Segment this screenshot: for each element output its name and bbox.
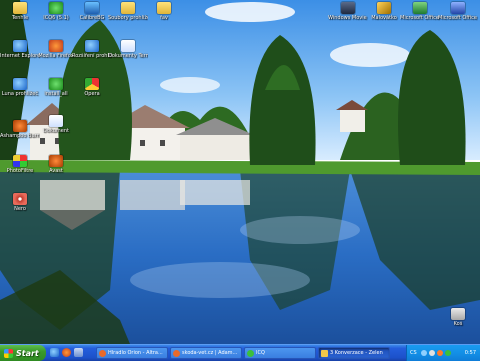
desktop-icon-label: Malovátko [371, 15, 397, 21]
desktop-icon-icq[interactable]: ICQ6 (5.1) [36, 2, 76, 21]
desktop-icon-label: Dokumenty Termín [108, 53, 148, 59]
desktop-icon-fav[interactable]: fav [144, 2, 184, 21]
folder-icon [121, 2, 135, 14]
desktop-icon-label: Koš [453, 321, 463, 327]
desktop-icon-movie-maker[interactable]: Windows Movie Maker [328, 2, 368, 21]
clock[interactable]: 0:57 [465, 350, 480, 356]
movie-maker-icon [341, 2, 355, 14]
recycle-bin-icon [451, 308, 465, 320]
ie-icon [85, 40, 99, 52]
desktop-icon-soubory[interactable]: Soubory prohlížeč [108, 2, 148, 21]
paint-icon [377, 2, 391, 14]
chrome-icon [85, 78, 99, 90]
burn-icon [13, 120, 27, 132]
desktop-icon-label: Microsoft Office Word [438, 15, 478, 21]
task-label: skoda-vet.cz | Adam... [182, 350, 238, 356]
icq-flower-icon [49, 78, 63, 90]
desktop-icon-firefox[interactable]: Mozilla Firefox [36, 40, 76, 59]
desktop-icon-label: Rozšíření prohlížeč [72, 53, 112, 59]
desktop-icon-label: Soubory prohlížeč [108, 15, 148, 21]
desktop-icon-opera[interactable]: Opera [72, 78, 112, 97]
icq-flower-icon [247, 349, 254, 357]
desktop-icon-label: Microsoft Office Excel [400, 15, 440, 21]
task-button-konverzace[interactable]: 3 Konverzace - Zelen [318, 347, 390, 359]
desktop-icon-word[interactable]: Microsoft Office Word [438, 2, 478, 21]
globe-icon [13, 78, 27, 90]
desktop-icon-label: install_all [44, 91, 68, 97]
task-button-skoda-vet[interactable]: skoda-vet.cz | Adam... [170, 347, 242, 359]
document-icon [121, 40, 135, 52]
ie-icon[interactable] [50, 348, 59, 357]
icq-flower-icon [49, 2, 63, 14]
windows-flag-icon [4, 348, 13, 358]
desktop-icon-label: Luna prohlížeč [1, 91, 39, 97]
system-tray: CS 0:57 [406, 345, 480, 361]
desktop-icon-nero[interactable]: Nero [0, 193, 40, 212]
desktop-icon-recycle-bin[interactable]: Koš [438, 308, 478, 327]
desktop-icon-tenhle[interactable]: Tenhle [0, 2, 40, 21]
volume-icon[interactable] [428, 350, 435, 356]
folder-icon [157, 2, 171, 14]
desktop-icon-calibrebg[interactable]: CalibreBG [72, 2, 112, 21]
excel-icon [413, 2, 427, 14]
taskbar-buttons: Hlradlo Orion - Altra... skoda-vet.cz | … [96, 347, 390, 359]
firefox-icon [173, 349, 180, 357]
desktop-icon-avast[interactable]: Avast [36, 155, 76, 174]
desktop-icon-label: fav [160, 15, 168, 21]
firefox-icon [99, 349, 106, 357]
task-label: ICQ [256, 350, 265, 356]
desktop-icon-label: Tenhle [11, 15, 29, 21]
desktop-icon-label: Internet Explorer [0, 53, 40, 59]
desktop-icon-install-all[interactable]: install_all [36, 78, 76, 97]
desktop-icon-internet-explorer[interactable]: Internet Explorer [0, 40, 40, 59]
media-icon [85, 2, 99, 14]
desktop-icon-label: Dokument [43, 128, 69, 134]
desktop-icon-label: ICQ6 (5.1) [43, 15, 69, 21]
internet-explorer-icon [13, 40, 27, 52]
firefox-icon [49, 40, 63, 52]
tool-icon [49, 155, 63, 167]
desktop-icon-label: Opera [84, 91, 100, 97]
disc-icon [13, 193, 27, 205]
start-label: Start [16, 348, 39, 358]
task-label: Hlradlo Orion - Altra... [108, 350, 163, 356]
task-button-icq[interactable]: ICQ [244, 347, 316, 359]
icq-tray-icon[interactable] [444, 350, 451, 356]
desktop-icon-label: Ashampoo Burning Studio [0, 133, 40, 139]
desktop-icon-excel[interactable]: Microsoft Office Excel [400, 2, 440, 21]
language-indicator[interactable]: CS [410, 350, 417, 356]
desktop-icon-rozsireni[interactable]: Rozšíření prohlížeč [72, 40, 112, 59]
firefox-icon[interactable] [62, 348, 71, 357]
document-icon [49, 115, 63, 127]
desktop-icon-dokumenty-termin[interactable]: Dokumenty Termín [108, 40, 148, 59]
photo-icon [13, 155, 27, 167]
desktop-icon-label: Windows Movie Maker [328, 15, 368, 21]
start-button[interactable]: Start [0, 345, 46, 361]
desktop-icon-label: Avast [49, 168, 63, 174]
desktop-icon-label: CalibreBG [79, 15, 105, 21]
task-label: 3 Konverzace - Zelen [330, 350, 383, 356]
desktop[interactable]: Tenhle Internet Explorer Luna prohlížeč … [0, 0, 480, 344]
desktop-icon-label: Mozilla Firefox [38, 53, 74, 59]
desktop-icon-malovatko[interactable]: Malovátko [364, 2, 404, 21]
desktop-icon[interactable] [74, 348, 83, 357]
antivirus-icon[interactable] [436, 350, 443, 356]
desktop-icon-dokument[interactable]: Dokument [36, 115, 76, 134]
desktop-icon-ashampoo[interactable]: Ashampoo Burning Studio [0, 120, 40, 139]
desktop-icon-photofiltre[interactable]: PhotoFiltre [0, 155, 40, 174]
desktop-icon-label: Nero [14, 206, 26, 212]
word-icon [451, 2, 465, 14]
quick-launch [50, 348, 83, 357]
folder-icon [13, 2, 27, 14]
desktop-icon-label: PhotoFiltre [6, 168, 34, 174]
network-icon[interactable] [420, 350, 427, 356]
folder-icon [321, 349, 328, 357]
desktop-icon-luna[interactable]: Luna prohlížeč [0, 78, 40, 97]
taskbar: Start Hlradlo Orion - Altra... skoda-vet… [0, 344, 480, 361]
task-button-hradlo-orion[interactable]: Hlradlo Orion - Altra... [96, 347, 168, 359]
